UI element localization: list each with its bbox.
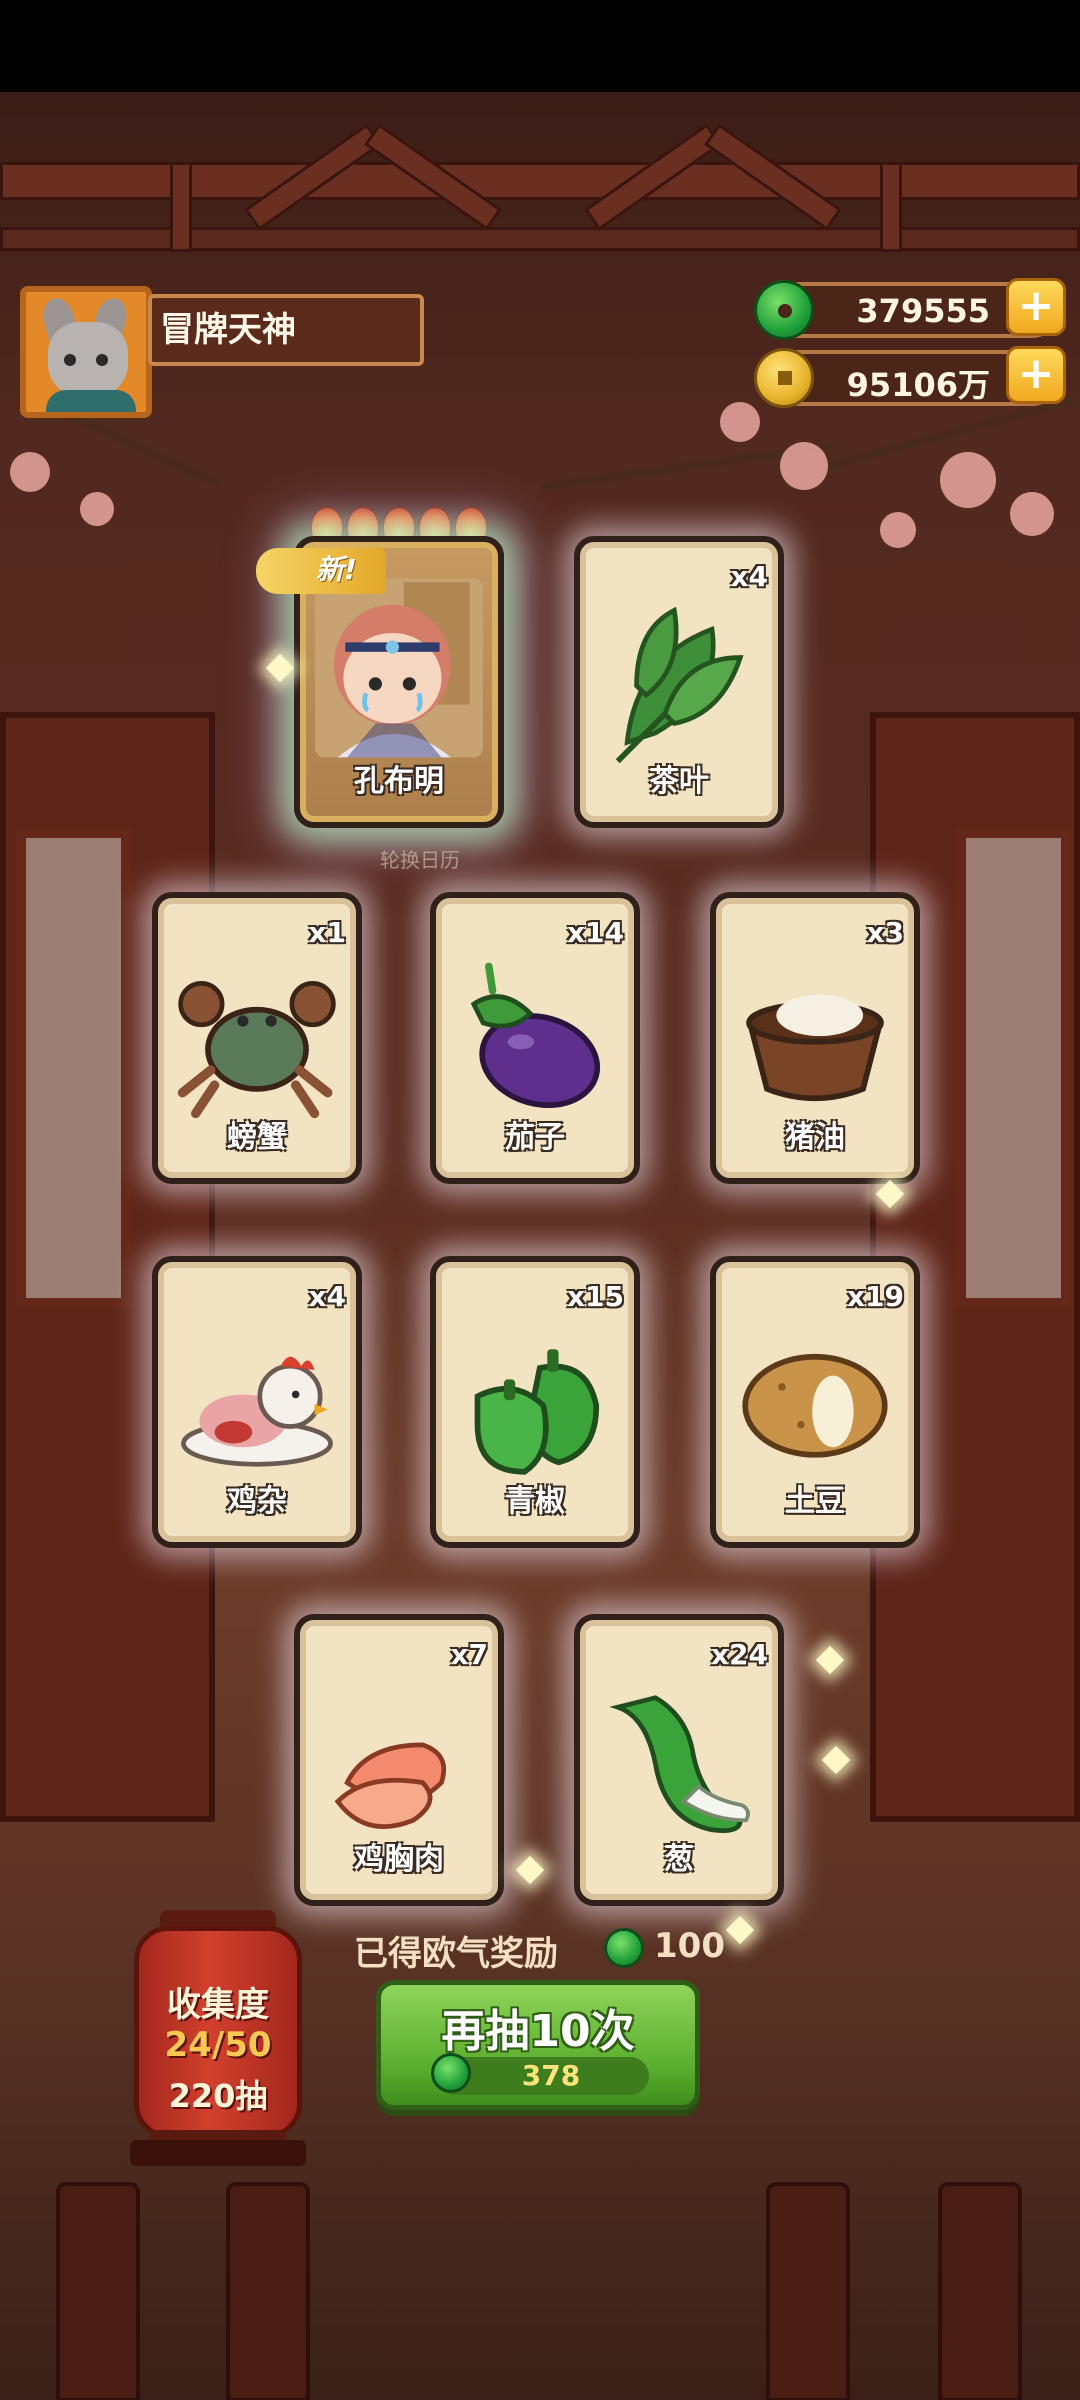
blossom-flower bbox=[10, 452, 50, 492]
coin-icon bbox=[754, 348, 814, 408]
blossom-flower bbox=[780, 442, 828, 490]
card-count: x15 bbox=[566, 1280, 624, 1313]
railing-post bbox=[226, 2182, 310, 2400]
reward-amount: 100 bbox=[654, 1926, 725, 1966]
rotation-calendar-label: 轮换日历 bbox=[380, 848, 460, 872]
card-count: x1 bbox=[308, 916, 346, 949]
add-coin-button[interactable]: + bbox=[1006, 346, 1066, 404]
card-label: 葱 bbox=[664, 1842, 694, 1877]
player-avatar[interactable] bbox=[20, 286, 152, 418]
card-label: 鸡杂 bbox=[227, 1484, 287, 1519]
add-jade-button[interactable]: + bbox=[1006, 278, 1066, 336]
card-tea[interactable]: x4 茶叶 bbox=[574, 536, 784, 828]
card-count: x4 bbox=[308, 1280, 346, 1313]
collection-title: 收集度 bbox=[167, 1985, 269, 2025]
card-count: x3 bbox=[866, 916, 904, 949]
collection-progress: 24/50 bbox=[164, 2025, 272, 2065]
status-bar bbox=[0, 0, 1080, 92]
card-eggplant[interactable]: x14 茄子 bbox=[430, 892, 640, 1184]
card-chicken-breast[interactable]: x7 鸡胸肉 bbox=[294, 1614, 504, 1906]
card-count: x14 bbox=[566, 916, 624, 949]
roof-beam bbox=[0, 162, 1080, 200]
blossom-flower bbox=[1010, 492, 1054, 536]
railing-post bbox=[938, 2182, 1022, 2400]
door-lattice bbox=[16, 828, 131, 1308]
wolf-body bbox=[46, 390, 136, 412]
reward-label: 已得欧气奖励 bbox=[354, 1934, 558, 1974]
card-label: 茄子 bbox=[505, 1120, 565, 1155]
card-label: 青椒 bbox=[505, 1484, 565, 1519]
card-green-pepper[interactable]: x15 青椒 bbox=[430, 1256, 640, 1548]
wolf-eye bbox=[96, 354, 108, 366]
card-label: 螃蟹 bbox=[227, 1120, 287, 1155]
collection-draw-count: 220抽 bbox=[168, 2077, 268, 2115]
lantern-stand bbox=[130, 2140, 306, 2166]
wolf-eye bbox=[64, 354, 76, 366]
collection-lantern-button[interactable]: 收集度 24/50 220抽 bbox=[134, 1926, 302, 2138]
blossom-flower bbox=[720, 402, 760, 442]
card-crab[interactable]: x1 螃蟹 bbox=[152, 892, 362, 1184]
card-scallion[interactable]: x24 葱 bbox=[574, 1614, 784, 1906]
card-count: x24 bbox=[710, 1638, 768, 1671]
card-label: 孔布明 bbox=[354, 764, 444, 799]
draw-cost: 378 bbox=[521, 2059, 581, 2092]
card-lard[interactable]: x3 猪油 bbox=[710, 892, 920, 1184]
blossom-branch bbox=[803, 395, 1077, 477]
card-label: 茶叶 bbox=[649, 764, 709, 799]
roof-post bbox=[170, 162, 192, 252]
jade-amount: 379555 bbox=[856, 292, 990, 330]
new-badge: 新! bbox=[256, 548, 386, 594]
draw-again-label: 再抽10次 bbox=[441, 2006, 635, 2057]
card-count: x19 bbox=[846, 1280, 904, 1313]
card-count: x4 bbox=[730, 560, 768, 593]
jade-icon bbox=[754, 280, 814, 340]
card-potato[interactable]: x19 土豆 bbox=[710, 1256, 920, 1548]
player-name: 冒牌天神 bbox=[148, 294, 424, 366]
roof-post bbox=[880, 162, 902, 252]
blossom-flower bbox=[940, 452, 996, 508]
railing-post bbox=[56, 2182, 140, 2400]
card-label: 鸡胸肉 bbox=[354, 1842, 444, 1877]
door-lattice bbox=[956, 828, 1071, 1308]
wolf-avatar-icon bbox=[48, 322, 128, 398]
blossom-flower bbox=[880, 512, 916, 548]
jade-icon bbox=[604, 1928, 644, 1968]
card-chicken-offal[interactable]: x4 鸡杂 bbox=[152, 1256, 362, 1548]
jade-icon bbox=[431, 2053, 471, 2093]
railing-post bbox=[766, 2182, 850, 2400]
roof-beam bbox=[0, 227, 1080, 251]
blossom-flower bbox=[80, 492, 114, 526]
draw-again-button[interactable]: 再抽10次 378 bbox=[376, 1980, 700, 2110]
card-label: 土豆 bbox=[785, 1484, 845, 1519]
card-label: 猪油 bbox=[785, 1120, 845, 1155]
card-count: x7 bbox=[450, 1638, 488, 1671]
coin-amount: 95106万 bbox=[846, 366, 990, 404]
